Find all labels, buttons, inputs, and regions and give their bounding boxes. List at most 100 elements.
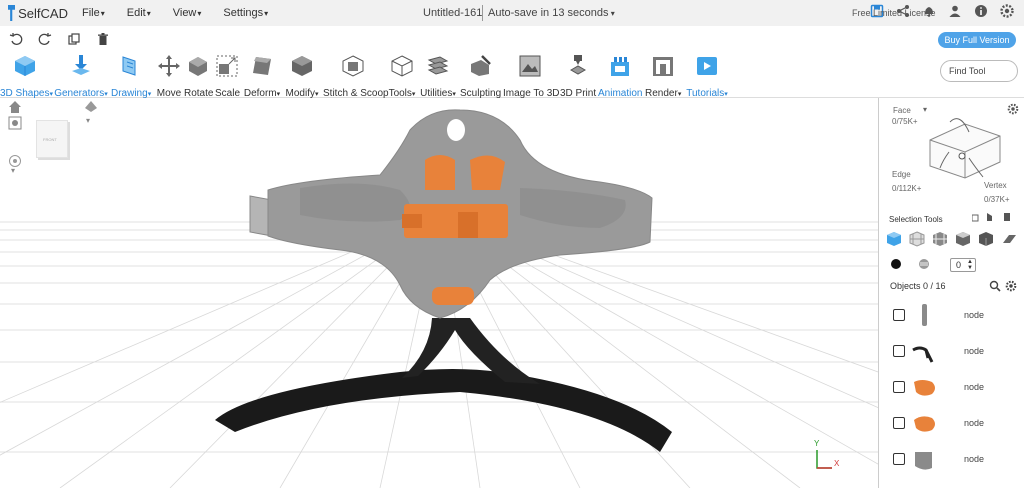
tools-icon <box>391 55 413 77</box>
object-checkbox[interactable] <box>893 417 905 429</box>
selection-extra-icons[interactable] <box>972 210 1018 222</box>
list-item[interactable]: node <box>890 372 1020 402</box>
tool-scale[interactable]: Scale <box>215 54 240 99</box>
edge-mode-label[interactable]: Edge <box>892 170 911 179</box>
stepper-value: 0 <box>956 260 962 270</box>
object-thumbnail-icon <box>914 380 935 396</box>
list-item[interactable]: node <box>890 444 1020 474</box>
tool-3d-shapes[interactable]: 3D Shapes <box>0 54 50 99</box>
sculpting-icon <box>471 55 491 76</box>
stitch-icon <box>342 55 364 77</box>
tutorials-icon <box>697 57 717 75</box>
menu-settings[interactable]: Settings <box>223 7 268 19</box>
user-account-icon[interactable] <box>948 4 962 18</box>
object-thumbnail-icon <box>922 304 927 326</box>
menu-file[interactable]: File <box>82 7 105 19</box>
x-axis-label: X <box>834 459 840 468</box>
app-logo: SelfCAD <box>8 5 68 21</box>
print-icon <box>569 55 587 75</box>
tool-rotate[interactable]: Rotate <box>184 54 213 99</box>
axis-gizmo: Y X <box>814 439 840 469</box>
redo-icon[interactable] <box>38 32 52 46</box>
tool-image-to-3d[interactable]: Image To 3D <box>503 54 560 99</box>
object-checkbox[interactable] <box>893 309 905 321</box>
tool-deform[interactable]: Deform <box>243 54 281 99</box>
home-view-icon[interactable] <box>8 100 22 114</box>
view-cube-face-label: FRONT <box>43 137 57 142</box>
list-item[interactable]: node <box>890 300 1020 330</box>
selection-mode-cube-icon[interactable] <box>925 112 1005 182</box>
select-shaded-cube-icon[interactable] <box>955 231 971 247</box>
select-wire-cube-icon[interactable] <box>932 231 948 247</box>
tool-render[interactable]: Render <box>645 54 681 99</box>
object-name: node <box>964 310 985 320</box>
move-icon <box>158 55 180 77</box>
object-thumbnail-icon <box>912 346 934 363</box>
object-name: node <box>964 382 985 392</box>
texture-icon[interactable] <box>918 258 930 270</box>
menu-view[interactable]: View <box>173 7 202 19</box>
panel-settings-gear-icon[interactable] <box>1007 103 1019 115</box>
buy-full-version-button[interactable]: Buy Full Version <box>938 32 1016 48</box>
tool-stitch-scoop[interactable]: Stitch & Scoop <box>323 54 389 99</box>
utilities-icon <box>427 56 449 75</box>
objects-header: Objects 0 / 16 <box>890 281 946 291</box>
document-title[interactable]: Untitled-161 <box>423 7 482 19</box>
list-item[interactable]: node <box>890 336 1020 366</box>
autosave-status[interactable]: Auto-save in 13 seconds <box>488 7 615 19</box>
copy-icon[interactable] <box>67 32 81 46</box>
drawing-icon <box>122 56 136 76</box>
select-grid-cube-icon[interactable] <box>909 231 925 247</box>
image-to-3d-icon <box>519 55 541 77</box>
tool-generators[interactable]: Generators <box>54 54 108 99</box>
vertex-mode-label[interactable]: Vertex <box>984 181 1007 190</box>
object-checkbox[interactable] <box>893 453 905 465</box>
settings-gear-icon[interactable] <box>1000 4 1014 18</box>
light-bulb-icon[interactable] <box>84 100 98 114</box>
quantity-stepper[interactable]: 0 ▲ ▼ <box>950 258 976 272</box>
tool-drawing[interactable]: Drawing <box>111 54 151 99</box>
deform-icon <box>253 57 271 75</box>
vertex-count: 0/37K+ <box>984 195 1010 204</box>
license-label: Free Limited License <box>852 8 936 18</box>
quick-action-bar <box>0 26 1024 52</box>
tool-modify[interactable]: Modify <box>285 54 319 99</box>
title-separator <box>482 5 483 21</box>
object-name: node <box>964 418 985 428</box>
info-icon[interactable] <box>974 4 988 18</box>
selection-tools-label: Selection Tools <box>889 215 943 224</box>
select-solid-cube-icon[interactable] <box>886 231 902 247</box>
list-item[interactable]: node <box>890 408 1020 438</box>
3d-viewport[interactable]: Y X ▾ ▾ FRONT <box>0 98 878 488</box>
color-swatch-icon[interactable] <box>890 258 902 270</box>
select-plane-icon[interactable] <box>1001 231 1017 247</box>
tool-sculpting[interactable]: Sculpting <box>460 54 501 99</box>
search-icon[interactable] <box>989 280 1001 292</box>
tool-animation[interactable]: Animation <box>598 54 642 99</box>
tool-utilities[interactable]: Utilities <box>420 54 456 99</box>
chevron-down-icon[interactable]: ▾ <box>86 116 90 125</box>
find-tool-input[interactable]: Find Tool <box>940 60 1018 82</box>
select-dark-cube-icon[interactable] <box>978 231 994 247</box>
object-thumbnail-icon <box>914 416 935 432</box>
stepper-arrows-icon[interactable]: ▲ ▼ <box>967 259 973 271</box>
chevron-down-icon[interactable]: ▾ <box>11 166 15 175</box>
object-checkbox[interactable] <box>893 345 905 357</box>
menu-edit[interactable]: Edit <box>127 7 151 19</box>
zoom-fit-icon[interactable] <box>8 116 22 130</box>
undo-icon[interactable] <box>9 32 23 46</box>
tool-tutorials[interactable]: Tutorials <box>685 54 729 99</box>
tool-tools[interactable]: Tools <box>387 54 417 99</box>
edge-count: 0/112K+ <box>892 184 922 193</box>
view-cube[interactable]: FRONT <box>36 120 68 158</box>
tool-move[interactable]: Move <box>156 54 182 99</box>
delete-trash-icon[interactable] <box>96 32 110 46</box>
viewport-canvas[interactable]: Y X <box>0 98 878 488</box>
object-thumbnail-icon <box>915 452 932 470</box>
face-mode-label[interactable]: Face <box>893 106 911 115</box>
object-name: node <box>964 454 985 464</box>
animation-icon <box>611 57 629 76</box>
object-checkbox[interactable] <box>893 381 905 393</box>
tool-3d-print[interactable]: 3D Print <box>560 54 596 99</box>
objects-settings-gear-icon[interactable] <box>1005 280 1017 292</box>
